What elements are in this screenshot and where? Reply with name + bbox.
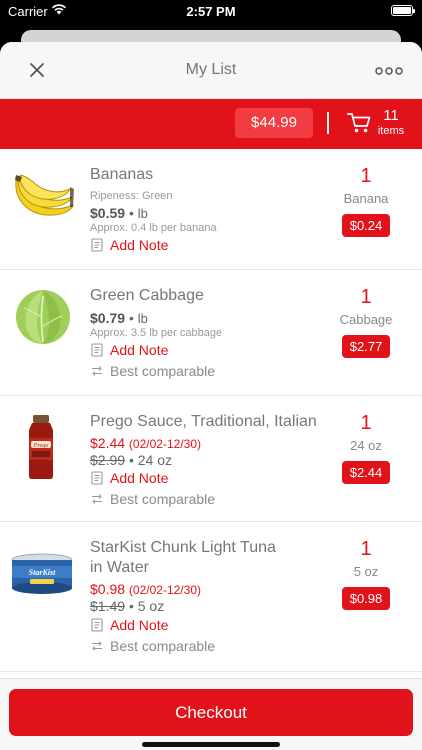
quantity-panel: 1 5 oz $0.98 [331, 538, 401, 610]
item-quantity[interactable]: 1 [331, 412, 401, 435]
swap-icon [92, 641, 102, 651]
best-comparable-button[interactable]: Best comparable [90, 638, 215, 654]
item-quantity-unit: 5 oz [353, 564, 379, 579]
add-note-button[interactable]: Add Note [90, 470, 168, 486]
best-comparable-label: Best comparable [110, 491, 216, 507]
item-was-line: $2.99 • 24 oz [90, 452, 172, 468]
list-item[interactable]: StarKist StarKist Chunk Light Tuna in Wa… [0, 522, 422, 672]
item-line-total[interactable]: $0.24 [341, 214, 391, 237]
cart-item-count: 11 [383, 107, 399, 124]
status-bar: Carrier 2:57 PM [0, 0, 422, 24]
item-quantity[interactable]: 1 [331, 286, 401, 309]
item-was-price: $2.99 [90, 452, 126, 468]
prego-jar-image: Prego [29, 415, 53, 479]
item-name-line2: in Water [90, 559, 149, 576]
item-sale-line: $2.44 (02/02-12/30) [90, 435, 201, 451]
item-price-line: $0.79 • lb [90, 310, 148, 326]
checkout-button[interactable]: Checkout [9, 689, 413, 736]
best-comparable-button[interactable]: Best comparable [90, 491, 215, 507]
item-line-total[interactable]: $2.77 [341, 335, 391, 358]
svg-text:Prego: Prego [33, 443, 48, 449]
clock: 2:57 PM [186, 4, 236, 19]
item-sale-price: $0.98 [90, 581, 126, 597]
add-note-label: Add Note [110, 470, 169, 486]
item-quantity-unit: Cabbage [339, 312, 393, 327]
item-ripeness: Ripeness: Green [90, 190, 173, 202]
item-quantity-unit: Banana [343, 191, 389, 206]
item-size: 24 oz [137, 452, 172, 468]
item-quantity[interactable]: 1 [331, 165, 401, 188]
item-price-line: $0.59 • lb [90, 205, 148, 221]
cart-items-label: items [377, 125, 405, 137]
item-was-price: $1.49 [90, 598, 126, 614]
item-sale-dates: (02/02-12/30) [128, 437, 201, 451]
item-price: $0.79 [90, 310, 126, 326]
add-note-button[interactable]: Add Note [90, 342, 168, 358]
item-unit: lb [137, 206, 148, 221]
svg-text:StarKist: StarKist [29, 568, 56, 577]
note-icon [91, 471, 103, 485]
list-item[interactable]: Prego Prego Sauce, Traditional, Italian … [0, 396, 422, 522]
item-sale-line: $0.98 (02/02-12/30) [90, 581, 201, 597]
quantity-panel: 1 Banana $0.24 [331, 165, 401, 237]
add-note-label: Add Note [110, 342, 169, 358]
best-comparable-label: Best comparable [110, 363, 216, 379]
item-line-total[interactable]: $0.98 [341, 587, 391, 610]
more-icon[interactable] [374, 60, 404, 82]
item-quantity-unit: 24 oz [350, 438, 382, 453]
banana-image [15, 174, 74, 216]
list-item[interactable]: Bananas Ripeness: Green $0.59 • lb Appro… [0, 149, 422, 270]
cart-icon[interactable] [347, 112, 371, 134]
add-note-button[interactable]: Add Note [90, 237, 168, 253]
cart-total[interactable]: $44.99 [235, 108, 313, 138]
checkout-footer: Checkout [0, 678, 422, 750]
list-sheet: My List $44.99 11 items Bananas Ripeness… [0, 42, 422, 750]
best-comparable-button[interactable]: Best comparable [90, 363, 215, 379]
item-price: $0.59 [90, 205, 126, 221]
summary-divider [327, 112, 329, 134]
item-name-line1: StarKist Chunk Light Tuna [90, 539, 276, 556]
item-sale-price: $2.44 [90, 435, 126, 451]
quantity-panel: 1 Cabbage $2.77 [331, 286, 401, 358]
add-note-label: Add Note [110, 617, 169, 633]
item-unit: lb [137, 311, 148, 326]
note-icon [91, 238, 103, 252]
cabbage-image [16, 290, 70, 344]
item-quantity[interactable]: 1 [331, 538, 401, 561]
item-sale-dates: (02/02-12/30) [128, 583, 201, 597]
note-icon [91, 618, 103, 632]
item-approx-weight: Approx. 0.4 lb per banana [90, 222, 217, 234]
home-indicator[interactable] [142, 742, 280, 747]
item-size: 5 oz [137, 598, 165, 614]
item-was-line: $1.49 • 5 oz [90, 598, 165, 614]
swap-icon [92, 366, 102, 376]
add-note-label: Add Note [110, 237, 169, 253]
item-line-total[interactable]: $2.44 [341, 461, 391, 484]
battery-icon [391, 5, 415, 16]
quantity-panel: 1 24 oz $2.44 [331, 412, 401, 484]
tuna-can-image: StarKist [11, 553, 73, 594]
cart-summary-bar: $44.99 11 items [0, 99, 422, 149]
list-item[interactable]: Green Cabbage $0.79 • lb Approx. 3.5 lb … [0, 270, 422, 396]
note-icon [91, 343, 103, 357]
add-note-button[interactable]: Add Note [90, 617, 168, 633]
page-title: My List [185, 61, 237, 78]
item-name: Prego Sauce, Traditional, Italian [90, 413, 317, 430]
item-name: Bananas [90, 166, 154, 183]
nav-bar: My List [0, 42, 422, 99]
best-comparable-label: Best comparable [110, 638, 216, 654]
swap-icon [92, 494, 102, 504]
item-name: Green Cabbage [90, 287, 204, 304]
item-approx-weight: Approx. 3.5 lb per cabbage [90, 327, 223, 339]
